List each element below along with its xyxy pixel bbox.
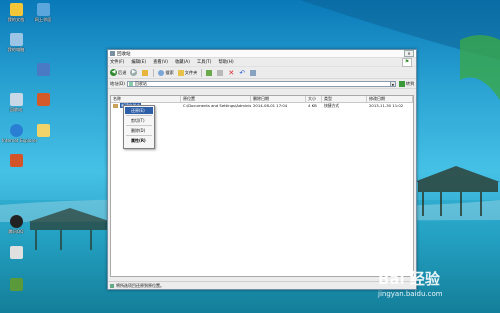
move-icon <box>206 69 213 76</box>
tool-icon <box>9 278 23 291</box>
desktop-icon-app[interactable] <box>2 154 30 168</box>
go-arrow-icon <box>398 80 405 87</box>
file-list-header: 名称 原位置 删除日期 大小 类型 修改日期 <box>111 96 413 103</box>
copy-icon <box>217 69 224 76</box>
column-header-modified-date[interactable]: 修改日期 <box>367 96 413 102</box>
windows-logo-icon: ⚑ <box>402 57 412 67</box>
menu-file[interactable]: 文件(F) <box>110 59 124 65</box>
folder-icon <box>113 104 118 108</box>
file-deleted-date-cell: 2014-08-01 17:04 <box>253 103 288 108</box>
plane-icon <box>36 63 50 76</box>
status-text: 将所选项目还原到原位置。 <box>116 282 164 288</box>
menu-bar: 文件(F) 编辑(E) 查看(V) 收藏(A) 工具(T) 帮助(H) ⚑ <box>108 57 416 67</box>
context-menu-cut[interactable]: 剪切(T) <box>125 117 153 124</box>
app-icon <box>36 93 50 106</box>
recycle-bin-icon <box>9 93 23 106</box>
menu-tools[interactable]: 工具(T) <box>197 59 212 65</box>
address-label: 地址(D) <box>110 80 125 86</box>
context-menu: 还原(E) 剪切(T) 删除(D) 属性(R) <box>123 105 155 149</box>
undo-button[interactable]: ↶ <box>239 68 246 77</box>
context-menu-properties[interactable]: 属性(R) <box>125 137 153 144</box>
back-button[interactable]: ◀ 后退 <box>110 69 126 76</box>
desktop-icon-tool[interactable] <box>2 278 30 292</box>
column-header-name[interactable]: 名称 <box>111 96 181 102</box>
menu-separator <box>126 115 152 116</box>
file-row[interactable]: 新建文件夹 C:\Documents and Settings\Administ… <box>111 103 413 109</box>
close-button[interactable]: ✕ <box>404 50 414 57</box>
file-size-cell: 4 KB <box>308 103 317 108</box>
up-folder-button[interactable] <box>142 69 149 76</box>
desktop-icon-my-computer[interactable]: 我的电脑 <box>2 33 30 52</box>
qq-penguin-icon <box>9 215 23 228</box>
recycle-bin-window: 回收站 ✕ 文件(F) 编辑(E) 查看(V) 收藏(A) 工具(T) 帮助(H… <box>107 49 417 290</box>
column-header-type[interactable]: 类型 <box>322 96 367 102</box>
delete-button[interactable]: ✕ <box>228 68 235 77</box>
status-icon <box>110 283 114 288</box>
desktop-icon-area: 我的文档 网上邻居 我的电脑 回收站 Internet Explorer 腾讯Q… <box>0 0 60 313</box>
undo-icon: ↶ <box>239 68 246 77</box>
go-button[interactable]: 转到 <box>398 80 414 87</box>
desktop-icon-recycle-bin[interactable]: 回收站 <box>2 93 30 112</box>
folders-button[interactable]: 文件夹 <box>177 69 197 76</box>
menu-favorites[interactable]: 收藏(A) <box>175 59 190 65</box>
desktop-icon-document[interactable] <box>2 246 30 260</box>
toolbar-separator <box>153 68 155 77</box>
folder-up-icon <box>142 69 149 76</box>
context-menu-delete[interactable]: 删除(D) <box>125 127 153 134</box>
internet-explorer-icon <box>9 124 23 137</box>
copy-to-button[interactable] <box>217 69 224 76</box>
forward-button[interactable]: ▶ <box>130 69 138 76</box>
computer-icon <box>9 33 23 46</box>
menu-separator <box>126 135 152 136</box>
watermark-logo: Bai 经验 <box>378 270 440 288</box>
status-bar: 将所选项目还原到原位置。 <box>108 281 414 289</box>
file-list: 名称 原位置 删除日期 大小 类型 修改日期 新建文件夹 C:\Document… <box>110 95 414 277</box>
delete-x-icon: ✕ <box>228 68 235 77</box>
desktop-icon-my-documents[interactable]: 我的文档 <box>2 3 30 22</box>
toolbar-separator <box>201 68 203 77</box>
address-bar: 地址(D) 回收站 ▼ 转到 <box>108 79 416 89</box>
desktop-icon-qq[interactable]: 腾讯QQ <box>2 215 30 234</box>
file-modified-date-cell: 2013-11-30 11:02 <box>369 103 404 108</box>
recycle-bin-icon <box>128 81 133 86</box>
watermark-url: jingyan.baidu.com <box>378 290 443 298</box>
document-icon <box>9 246 23 259</box>
folder-icon <box>177 69 184 76</box>
recycle-bin-icon <box>110 51 115 56</box>
menu-help[interactable]: 帮助(H) <box>218 59 233 65</box>
baidu-jingyan-watermark: Bai 经验 jingyan.baidu.com <box>378 268 496 312</box>
network-icon <box>36 3 50 16</box>
search-icon <box>158 69 165 76</box>
context-menu-restore[interactable]: 还原(E) <box>125 107 153 114</box>
desktop-icon-internet-explorer[interactable]: Internet Explorer <box>2 124 37 143</box>
views-button[interactable] <box>250 69 257 76</box>
window-titlebar[interactable]: 回收站 ✕ <box>108 50 416 58</box>
menu-separator <box>126 125 152 126</box>
address-dropdown-button[interactable]: ▼ <box>390 80 396 87</box>
desktop-icon-folder[interactable] <box>29 124 57 137</box>
desktop-icon-network[interactable]: 网上邻居 <box>29 3 57 22</box>
column-header-location[interactable]: 原位置 <box>181 96 251 102</box>
column-header-size[interactable]: 大小 <box>306 96 322 102</box>
toolbar: ◀ 后退 ▶ 搜索 文件夹 ✕ ↶ <box>108 67 416 79</box>
address-input[interactable]: 回收站 <box>126 80 391 87</box>
file-type-cell: 快捷方式 <box>324 103 340 108</box>
forward-arrow-icon: ▶ <box>130 69 138 76</box>
views-icon <box>250 69 257 76</box>
move-to-button[interactable] <box>206 69 213 76</box>
window-title: 回收站 <box>117 51 131 57</box>
app-icon <box>9 154 23 167</box>
folder-icon <box>9 3 23 16</box>
file-location-cell: C:\Documents and Settings\Administrator\… <box>183 103 251 108</box>
menu-edit[interactable]: 编辑(E) <box>131 59 146 65</box>
folder-icon <box>36 124 50 137</box>
column-header-deleted-date[interactable]: 删除日期 <box>251 96 306 102</box>
search-button[interactable]: 搜索 <box>158 69 174 76</box>
menu-view[interactable]: 查看(V) <box>153 59 168 65</box>
desktop-icon-shortcut[interactable] <box>29 63 57 76</box>
back-arrow-icon: ◀ <box>110 69 117 76</box>
desktop-icon-shortcut-2[interactable] <box>29 93 57 106</box>
